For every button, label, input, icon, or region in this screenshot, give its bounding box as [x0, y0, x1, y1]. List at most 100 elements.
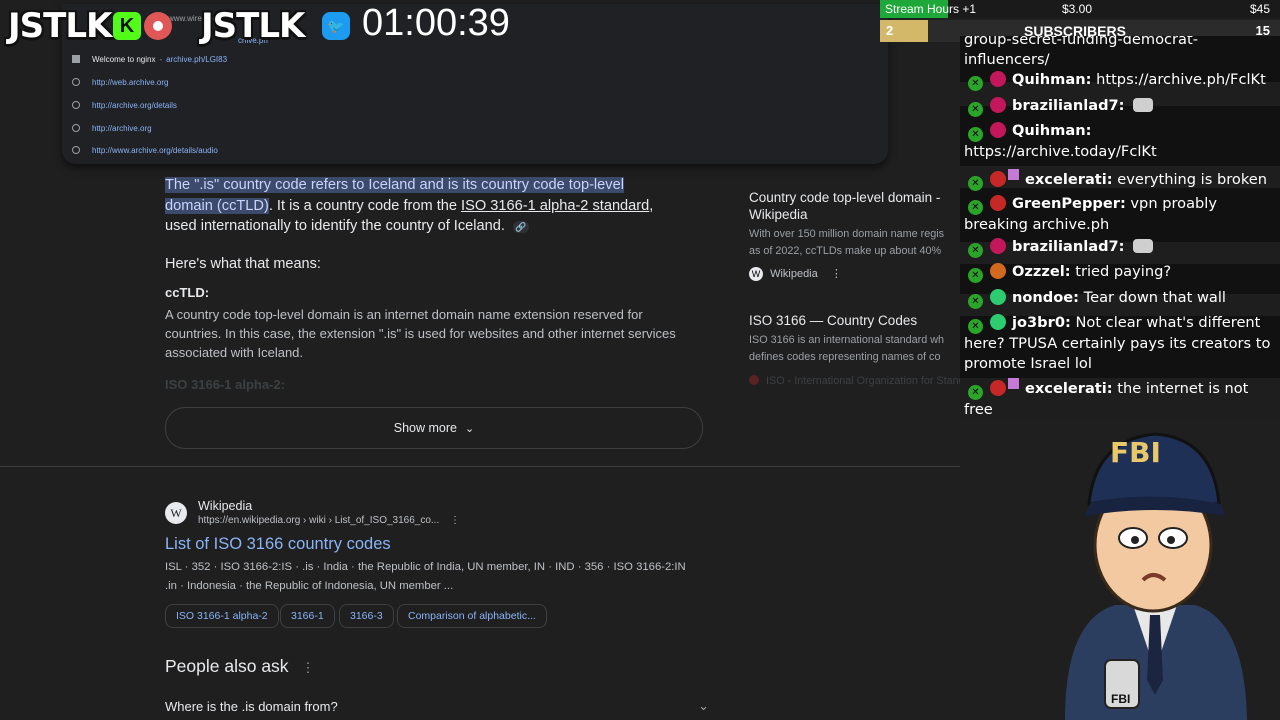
result-favicon: W	[165, 502, 187, 524]
ai-answer: The ".is" country code refers to Iceland…	[165, 175, 685, 237]
verified-icon: ✕	[968, 76, 983, 91]
verified-icon: ✕	[968, 268, 983, 283]
chat-message: ✕ Quihman: https://archive.ph/FclKt	[964, 70, 1278, 91]
chat-username: Quihman:	[1012, 71, 1092, 88]
chat-text: Tear down that wall	[1083, 289, 1226, 306]
dropdown-item-url: archive.ph/LGI83	[166, 54, 228, 64]
verified-icon: ✕	[968, 243, 983, 258]
dropdown-item[interactable]: Welcome to nginx - archive.ph/LGI83	[72, 50, 227, 68]
iso-icon	[749, 375, 759, 385]
chat-username: Quihman:	[1012, 122, 1092, 139]
user-avatar	[990, 195, 1006, 211]
chat-message: ✕ excelerati: the internet is not free	[964, 378, 1278, 420]
emote-icon	[1133, 239, 1154, 253]
card1-title[interactable]: Country code top-level domain - Wikipedi…	[749, 189, 954, 223]
means-heading: Here's what that means:	[165, 256, 321, 272]
answer-comma: ,	[649, 197, 654, 214]
wikipedia-icon: W	[749, 267, 763, 281]
result-site-url[interactable]: https://en.wikipedia.org › wiki › List_o…	[198, 515, 460, 526]
chat-username: brazilianlad7:	[1012, 238, 1125, 255]
iso-standard-link[interactable]: ISO 3166-1 alpha-2 standard	[461, 198, 649, 214]
chat-message: ✕ Quihman: https://archive.today/FclKt	[964, 121, 1278, 162]
emote-icon	[1133, 98, 1154, 112]
chat-text: Not clear what's different here? TPUSA c…	[964, 314, 1271, 372]
verified-icon: ✕	[968, 385, 983, 400]
result-title[interactable]: List of ISO 3166 country codes	[165, 535, 391, 554]
dropdown-item[interactable]: http://archive.org/details	[72, 96, 177, 114]
verified-icon: ✕	[968, 176, 983, 191]
verified-icon: ✕	[968, 319, 983, 334]
paa-heading-text: People also ask	[165, 656, 289, 676]
card2-title[interactable]: ISO 3166 — Country Codes	[749, 312, 917, 329]
dropdown-item[interactable]: http://archive.org	[72, 119, 152, 137]
globe-icon	[72, 146, 80, 154]
chat-username: Ozzzel:	[1012, 263, 1071, 280]
globe-icon	[72, 78, 80, 86]
dropdown-item[interactable]: http://web.archive.org	[72, 73, 168, 91]
card2-source-label: ISO - International Organization for Sta…	[766, 375, 961, 387]
stream-timer: 01:00:39	[362, 2, 510, 44]
chip-link[interactable]: 3166-3	[339, 604, 394, 628]
twitter-icon: 🐦	[322, 12, 350, 40]
mascot-badge-text: FBI	[1111, 692, 1131, 706]
dropdown-item-url: http://web.archive.org	[92, 77, 169, 87]
chat-message: ✕ Ozzzel: tried paying?	[964, 262, 1278, 283]
cctld-text: A country code top-level domain is an in…	[165, 307, 676, 360]
chat-username: excelerati:	[1025, 380, 1113, 397]
chat-username: jo3br0:	[1012, 314, 1071, 331]
chat-text: group-secret-funding-democrat-influencer…	[964, 36, 1198, 68]
verified-icon: ✕	[968, 127, 983, 142]
stat-amount: $3.00	[1062, 2, 1093, 16]
cctld-heading: ccTLD:	[165, 285, 210, 300]
answer-highlight: The ".is" country code refers to Iceland…	[165, 177, 624, 193]
user-avatar	[990, 263, 1006, 279]
chat-username: GreenPepper:	[1012, 195, 1126, 212]
chat-message: ✕ nondoe: Tear down that wall	[964, 288, 1278, 309]
paa-question[interactable]: Where is the .is domain from? ⌄	[165, 698, 715, 714]
chat-message: ✕ brazilianlad7:	[964, 96, 1278, 117]
chat-text: https://archive.today/FclKt	[964, 143, 1157, 160]
chat-overlay: group-secret-funding-democrat-influencer…	[960, 36, 1280, 420]
user-avatar	[990, 238, 1006, 254]
card2-source: ISO - International Organization for Sta…	[749, 373, 961, 390]
user-avatar	[990, 289, 1006, 305]
result-site-name[interactable]: Wikipedia	[198, 499, 252, 513]
card1-text-2: as of 2022, ccTLDs make up about 40%	[749, 245, 942, 257]
faded-heading: ISO 3166-1 alpha-2:	[165, 377, 285, 392]
show-more-label: Show more	[393, 421, 457, 435]
chat-text: https://archive.ph/FclKt	[1096, 71, 1266, 88]
more-options-icon[interactable]: ⋮	[831, 268, 842, 280]
page-icon	[72, 55, 80, 63]
more-options-icon[interactable]: ⋮	[301, 660, 314, 675]
verified-icon: ✕	[968, 294, 983, 309]
chat-text: tried paying?	[1075, 263, 1172, 280]
dropdown-item[interactable]: http://www.archive.org/details/audio	[72, 141, 218, 159]
dropdown-item-url: http://archive.org	[92, 123, 152, 133]
card2-text-2: defines codes representing names of co	[749, 351, 941, 363]
chat-message: ✕ GreenPepper: vpn proably breaking archi…	[964, 194, 1278, 235]
stat-amount-2: $45	[1249, 2, 1270, 16]
kick-icon: K	[113, 12, 141, 40]
card1-text: With over 150 million domain name regis	[749, 228, 945, 240]
stream-hours-label: Stream Hours +1	[885, 2, 977, 16]
stream-hours-bar: Stream Hours +1 $3.00 $45	[880, 0, 1280, 18]
chip-link[interactable]: ISO 3166-1 alpha-2	[165, 604, 279, 628]
chat-message: group-secret-funding-democrat-influencer…	[964, 36, 1278, 70]
user-avatar	[990, 171, 1006, 187]
show-more-button[interactable]: Show more ⌄	[165, 407, 703, 449]
divider	[0, 466, 960, 467]
card1-source[interactable]: W Wikipedia ⋮	[749, 267, 842, 281]
result-snippet-2: .in · Indonesia · the Republic of Indone…	[165, 580, 454, 592]
mascot-cap-text: FBI	[1110, 436, 1161, 469]
user-avatar	[990, 380, 1006, 396]
answer-text-2: used internationally to identify the cou…	[165, 218, 505, 234]
user-avatar	[990, 97, 1006, 113]
user-avatar	[990, 314, 1006, 330]
verified-icon: ✕	[968, 102, 983, 117]
chip-link[interactable]: 3166-1	[280, 604, 335, 628]
globe-icon	[72, 101, 80, 109]
chevron-down-icon: ⌄	[465, 422, 475, 435]
chip-link[interactable]: Comparison of alphabetic...	[397, 604, 547, 628]
link-icon[interactable]: 🔗	[512, 221, 529, 233]
more-options-icon[interactable]: ⋮	[450, 515, 460, 526]
